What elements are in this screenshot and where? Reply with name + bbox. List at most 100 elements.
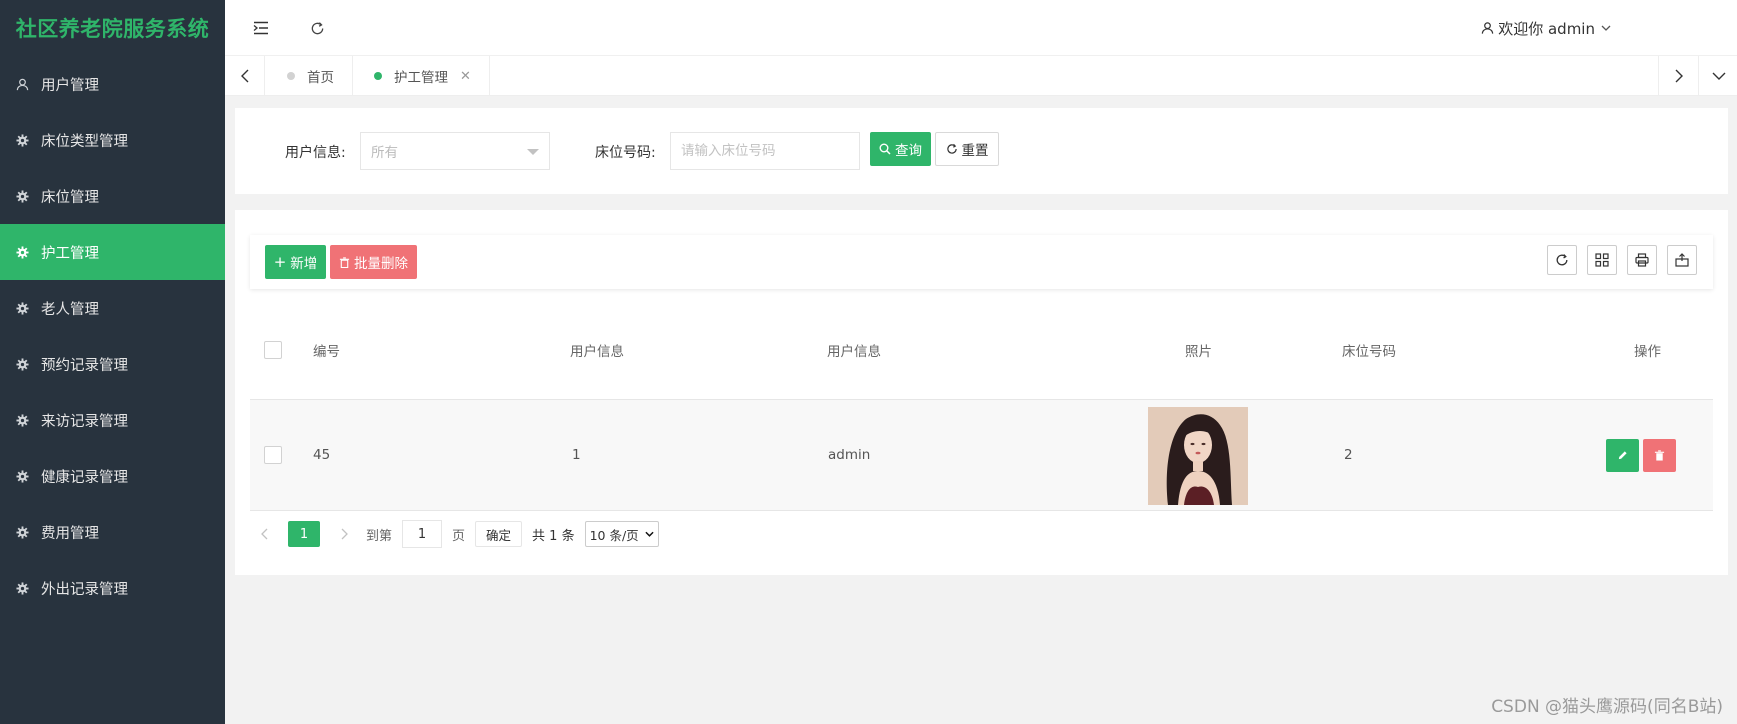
menu-collapse-icon[interactable] (247, 14, 275, 42)
gear-icon (15, 357, 29, 371)
bed-number-input[interactable] (670, 132, 860, 170)
delete-button[interactable] (1643, 439, 1676, 472)
data-table: 编号 用户信息 用户信息 照片 床位号码 操作 45 1 admin 2 (250, 301, 1713, 511)
refresh-icon (946, 143, 957, 154)
welcome-text: 欢迎你 admin (1498, 19, 1595, 38)
table-panel: + 新增 批量删除 编号 用户信息 用户信息 照片 床位号码 操作 45 1 a… (235, 210, 1728, 575)
tabs-scroll-right-icon[interactable] (1658, 56, 1698, 96)
sidebar-item-label: 床位管理 (41, 189, 99, 206)
gear-icon (15, 133, 29, 147)
user-icon (15, 77, 29, 91)
chevron-down-icon (1601, 25, 1611, 31)
tabs-dropdown-icon[interactable] (1698, 56, 1737, 96)
tab-label: 护工管理 (394, 70, 448, 86)
sidebar-item-visit-records[interactable]: 来访记录管理 (0, 392, 225, 448)
tab-status-dot (287, 72, 295, 80)
cell-user-id: 1 (572, 447, 581, 463)
trash-icon (339, 256, 350, 268)
page-size-select[interactable]: 10 条/页 (584, 521, 659, 547)
goto-confirm-button[interactable]: 确定 (475, 521, 523, 547)
column-header: 床位号码 (1342, 344, 1396, 360)
sidebar-item-user-management[interactable]: 用户管理 (0, 56, 225, 112)
sidebar-item-label: 老人管理 (41, 301, 99, 318)
batch-delete-button[interactable]: 批量删除 (330, 245, 417, 279)
caret-down-icon (527, 149, 539, 155)
tabs-scroll-left-icon[interactable] (225, 56, 265, 96)
gear-icon (15, 525, 29, 539)
next-page-icon[interactable] (334, 520, 354, 548)
column-header: 编号 (313, 344, 340, 360)
print-icon[interactable] (1627, 245, 1657, 275)
sidebar-item-bed-management[interactable]: 床位管理 (0, 168, 225, 224)
table-row[interactable]: 45 1 admin 2 (250, 400, 1713, 511)
pagination: 1 到第 页 确定 共 1 条 10 条/页 (250, 520, 659, 548)
sidebar-item-caregiver-management[interactable]: 护工管理 (0, 224, 225, 280)
column-header: 用户信息 (570, 344, 624, 360)
sidebar: 社区养老院服务系统 用户管理 床位类型管理 床位管理 护工管理 老人管理 预约记… (0, 0, 225, 724)
sidebar-item-health-records[interactable]: 健康记录管理 (0, 448, 225, 504)
table-refresh-icon[interactable] (1547, 245, 1577, 275)
reset-button[interactable]: 重置 (935, 132, 999, 166)
app-logo-title: 社区养老院服务系统 (15, 17, 210, 41)
column-header: 操作 (1634, 344, 1661, 360)
sidebar-item-fee-management[interactable]: 费用管理 (0, 504, 225, 560)
sidebar-item-label: 健康记录管理 (41, 469, 128, 486)
gear-icon (15, 245, 29, 259)
watermark: CSDN @猫头鹰源码(同名B站) (1491, 697, 1723, 717)
row-checkbox[interactable] (264, 446, 282, 464)
query-button[interactable]: 查询 (870, 132, 931, 166)
search-panel: 用户信息: 所有 床位号码: 查询 重置 (235, 108, 1728, 194)
gear-icon (15, 189, 29, 203)
plus-icon: + (273, 253, 287, 271)
sidebar-item-outing-records[interactable]: 外出记录管理 (0, 560, 225, 616)
cell-id: 45 (313, 447, 331, 463)
tab-home[interactable]: 首页 (265, 56, 353, 96)
goto-page-input[interactable] (402, 520, 443, 548)
user-info-select-value: 所有 (371, 145, 398, 161)
select-all-checkbox[interactable] (264, 341, 282, 359)
tabs-bar: 首页 护工管理 ✕ (225, 56, 1737, 96)
trash-icon (1654, 450, 1665, 461)
gear-icon (15, 413, 29, 427)
chevron-down-icon (645, 531, 654, 537)
tab-label: 首页 (307, 70, 334, 86)
table-toolbar: + 新增 批量删除 (250, 235, 1713, 289)
user-info-select[interactable]: 所有 (360, 132, 550, 170)
cell-bed-number: 2 (1344, 447, 1353, 463)
top-header: 欢迎你 admin (225, 0, 1737, 56)
goto-label: 到第 (366, 528, 393, 544)
user-menu[interactable]: 欢迎你 admin (1481, 0, 1615, 56)
gear-icon (15, 581, 29, 595)
sidebar-item-label: 外出记录管理 (41, 581, 128, 598)
page-number-current[interactable]: 1 (288, 521, 320, 547)
sidebar-item-label: 来访记录管理 (41, 413, 128, 430)
user-icon (1482, 22, 1494, 34)
column-filter-icon[interactable] (1587, 245, 1617, 275)
prev-page-icon[interactable] (254, 520, 274, 548)
cell-user-name: admin (828, 447, 871, 463)
sidebar-item-label: 护工管理 (41, 245, 99, 262)
sidebar-item-elder-management[interactable]: 老人管理 (0, 280, 225, 336)
tab-close-icon[interactable]: ✕ (460, 69, 471, 84)
total-count: 共 1 条 (532, 528, 575, 544)
bed-number-label: 床位号码: (595, 145, 656, 161)
sidebar-item-label: 预约记录管理 (41, 357, 128, 374)
tab-status-dot (374, 72, 382, 80)
sidebar-item-label: 用户管理 (41, 77, 99, 94)
edit-button[interactable] (1606, 439, 1639, 472)
sidebar-item-reservation-records[interactable]: 预约记录管理 (0, 336, 225, 392)
caregiver-photo (1148, 407, 1248, 505)
add-button[interactable]: + 新增 (265, 245, 326, 279)
tab-caregiver-management[interactable]: 护工管理 ✕ (352, 56, 490, 96)
refresh-icon[interactable] (303, 14, 331, 42)
export-icon[interactable] (1667, 245, 1697, 275)
page-unit-label: 页 (452, 528, 466, 544)
search-icon (879, 143, 891, 155)
sidebar-item-label: 床位类型管理 (41, 133, 128, 150)
sidebar-item-label: 费用管理 (41, 525, 99, 542)
sidebar-item-bed-type-management[interactable]: 床位类型管理 (0, 112, 225, 168)
pencil-icon (1618, 451, 1627, 460)
column-header: 用户信息 (827, 344, 881, 360)
column-header: 照片 (1185, 344, 1212, 360)
sidebar-menu: 用户管理 床位类型管理 床位管理 护工管理 老人管理 预约记录管理 来访记录管理… (0, 56, 225, 616)
